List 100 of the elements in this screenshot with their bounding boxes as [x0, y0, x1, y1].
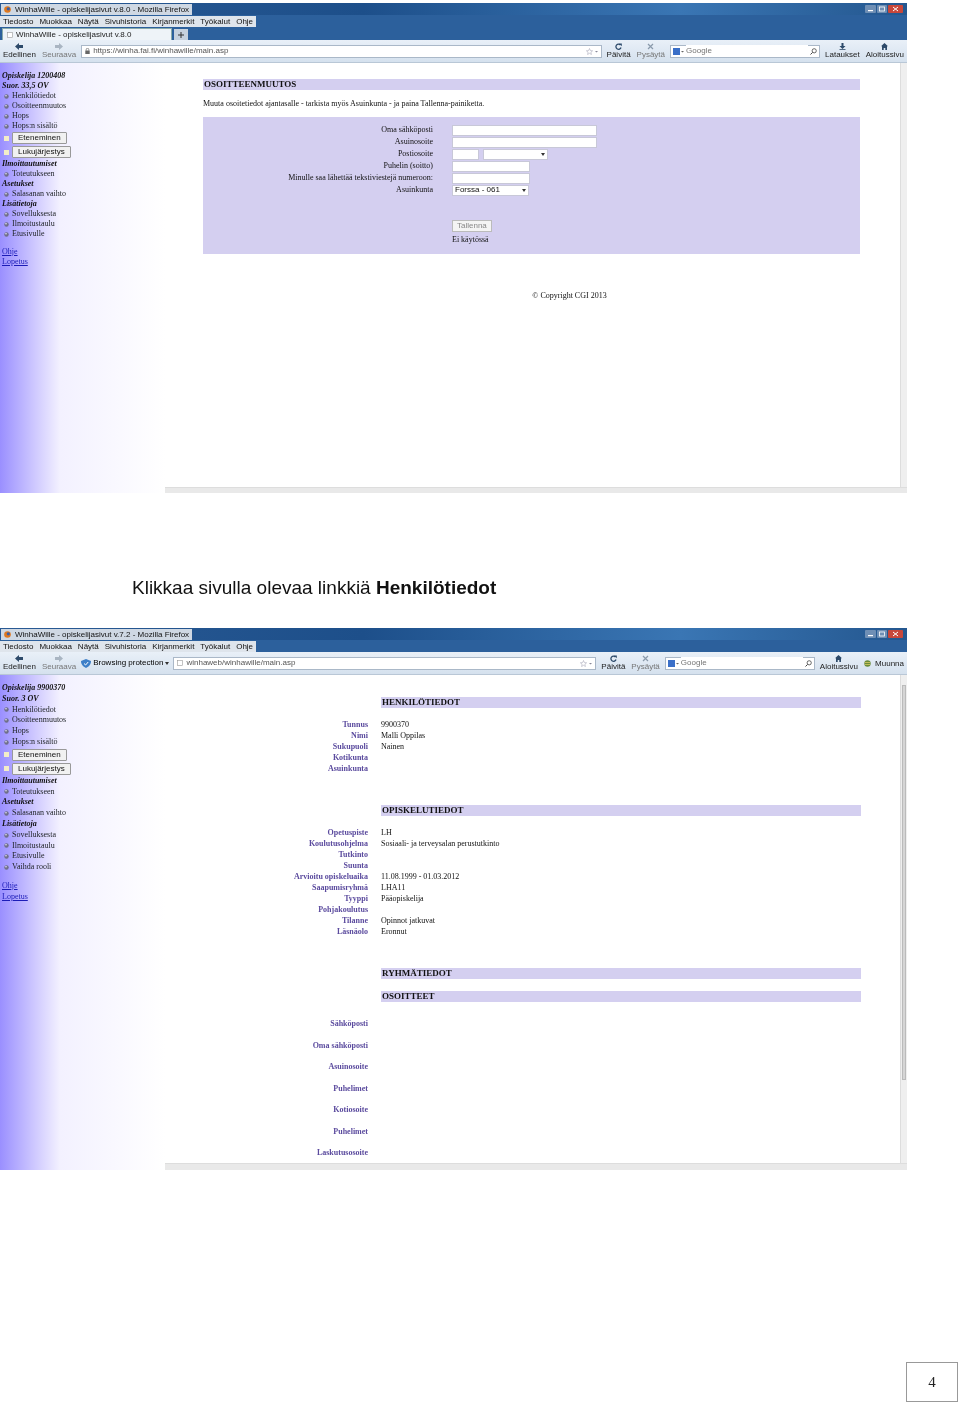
search-field[interactable]: Google [664, 656, 815, 670]
menu-item[interactable]: Ohje [236, 15, 254, 27]
reload-button[interactable]: Päivitä [600, 655, 627, 671]
protection-button[interactable]: Browsing protection [81, 657, 170, 669]
sidebar-heading: Ilmoittautumiset [2, 159, 58, 169]
download-button[interactable]: Lataukset [824, 43, 861, 59]
sidebar-link[interactable]: Henkilötiedot [12, 704, 56, 716]
sidebar-link[interactable]: Hops [12, 726, 29, 737]
menu-item[interactable]: Työkalut [200, 640, 231, 652]
sidebar-link[interactable]: Salasanan vaihto [12, 189, 66, 199]
browser-logo-icon [4, 630, 11, 638]
menu-item[interactable]: Sivuhistoria [104, 640, 147, 652]
credits-text: Suor. 33,5 OV [2, 81, 50, 91]
section-header: RYHMÄTIEDOT [381, 968, 861, 979]
home-icon [835, 655, 843, 662]
input-field[interactable] [452, 136, 597, 148]
bullet-icon [4, 739, 9, 745]
input-field[interactable] [452, 160, 530, 172]
menu-item[interactable]: Kirjanmerkit [152, 640, 195, 652]
back-button[interactable]: Edellinen [2, 43, 37, 59]
sidebar-link[interactable]: Ilmoitustaulu [12, 840, 55, 852]
sidebar-link[interactable]: Etusivulle [12, 229, 45, 239]
sidebar-link[interactable]: Salasanan vaihto [12, 808, 66, 819]
sidebar-link[interactable]: Toteutukseen [12, 169, 55, 179]
home-button[interactable]: Aloitussivu [818, 655, 860, 671]
sidebar-link[interactable]: Osoitteenmuutos [12, 715, 67, 727]
bullet-icon [4, 854, 9, 860]
dropdown[interactable] [483, 148, 548, 160]
menu-item[interactable]: Tiedosto [3, 15, 34, 27]
window-title: WinhaWille - opiskelijasivut v.7.2 - Mozilla Firefox [15, 628, 190, 640]
search-engine-icon[interactable] [667, 659, 679, 667]
bullet-icon [4, 729, 9, 735]
sidebar-link[interactable]: Osoitteenmuutos [12, 101, 67, 111]
sidebar-link[interactable]: Etusivulle [12, 851, 45, 863]
window-controls-drawing[interactable] [865, 630, 903, 638]
sidebar-link[interactable]: Sovelluksesta [12, 829, 56, 841]
menu-item[interactable]: Kirjanmerkit [152, 15, 195, 27]
vertical-scrollbar[interactable] [900, 63, 907, 487]
sidebar-link[interactable]: Ohje [2, 247, 18, 257]
address-bar[interactable]: https://winha.fai.fi/winhawille/main.asp [81, 44, 602, 58]
search-field[interactable]: Google [670, 44, 821, 58]
star-icon[interactable] [585, 47, 598, 55]
sidebar-link[interactable]: Hops:n sisältö [12, 737, 58, 748]
menu-item[interactable]: Näytä [77, 15, 99, 27]
forward-button[interactable]: Seuraava [40, 655, 78, 671]
dropdown[interactable]: Forssa - 061 [452, 184, 529, 196]
sidebar-button[interactable]: Lukujärjestys [12, 762, 71, 775]
menu-item[interactable]: Näytä [77, 640, 99, 652]
input-field[interactable] [452, 172, 530, 184]
menu-item[interactable]: Ohje [236, 640, 254, 652]
bullet-icon [4, 843, 9, 849]
caret-icon [165, 661, 170, 665]
sidebar-link[interactable]: Sovelluksesta [12, 209, 56, 219]
sidebar-button[interactable]: Eteneminen [12, 132, 67, 144]
input-field[interactable] [452, 124, 597, 136]
menu-item[interactable]: Tiedosto [3, 640, 34, 652]
menu-item[interactable]: Sivuhistoria [104, 15, 147, 27]
field-label: Koulutusohjelma [307, 838, 368, 849]
search-icon[interactable] [804, 659, 812, 667]
sidebar-link[interactable]: Lopetus [2, 891, 28, 903]
field-label: Puhelin (soitto) [382, 160, 433, 172]
sidebar-button[interactable]: Lukujärjestys [12, 146, 71, 158]
sidebar-link[interactable]: Toteutukseen [12, 786, 55, 798]
home-button[interactable]: Aloitussivu [864, 43, 905, 59]
stop-button[interactable]: Pysäytä [635, 43, 667, 59]
forward-button[interactable]: Seuraava [40, 43, 78, 59]
input-field[interactable] [452, 148, 479, 160]
menu-item[interactable]: Muokkaa [39, 640, 72, 652]
menu-item[interactable]: Muokkaa [39, 15, 72, 27]
bullet-icon [4, 93, 9, 99]
search-engine-icon[interactable] [673, 47, 685, 55]
stop-button[interactable]: Pysäytä [630, 655, 661, 671]
browser-tab[interactable]: WinhaWille - opiskelijasivut v.8.0 [2, 28, 172, 40]
page-number: 4 [906, 1362, 958, 1402]
sidebar-link[interactable]: Hops:n sisältö [12, 121, 58, 131]
search-icon[interactable] [810, 47, 818, 55]
address-bar[interactable]: winhaweb/winhawille/main.asp [173, 656, 597, 670]
sidebar-button[interactable]: Eteneminen [12, 748, 67, 761]
sidebar-link[interactable]: Ilmoitustaulu [12, 219, 55, 229]
sidebar-link[interactable]: Lopetus [2, 257, 28, 267]
sidebar-link[interactable]: Henkilötiedot [12, 91, 56, 101]
back-button[interactable]: Edellinen [2, 655, 37, 671]
field-value: Eronnut [381, 926, 408, 937]
sidebar-heading: Lisätietoja [2, 199, 38, 209]
sidebar-link[interactable]: Vaihda rooli [12, 862, 52, 873]
window-controls-drawing[interactable] [865, 5, 903, 13]
sidebar-link[interactable]: Hops [12, 111, 29, 121]
reload-button[interactable]: Päivitä [605, 43, 632, 59]
new-tab-button[interactable] [174, 29, 188, 40]
bullet-icon [4, 191, 9, 197]
star-icon[interactable] [580, 659, 593, 667]
convert-button[interactable]: Muunna [863, 658, 905, 668]
sidebar-heading: Ilmoittautumiset [2, 775, 58, 787]
horizontal-scrollbar[interactable] [165, 487, 907, 493]
copyright-text: © Copyright CGI 2013 [531, 290, 608, 302]
page-icon [177, 660, 184, 666]
menu-item[interactable]: Työkalut [200, 15, 231, 27]
vertical-scrollbar[interactable] [900, 675, 907, 1163]
sidebar-link[interactable]: Ohje [2, 880, 18, 892]
horizontal-scrollbar[interactable] [165, 1163, 907, 1170]
